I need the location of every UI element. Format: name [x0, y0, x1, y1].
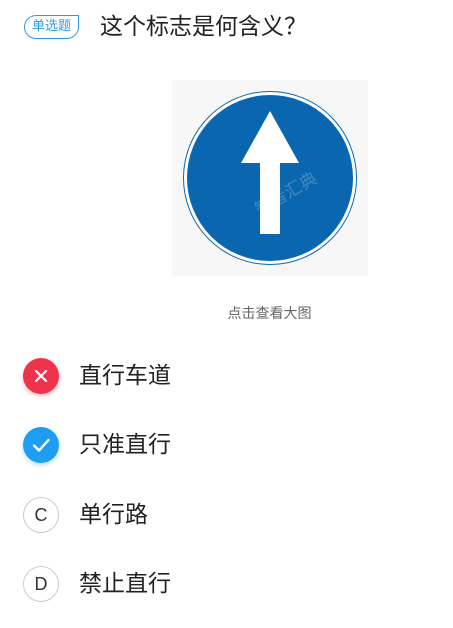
option-c-label: 单行路: [79, 502, 148, 528]
option-a[interactable]: 直行车道: [23, 358, 423, 396]
option-b-label: 只准直行: [79, 432, 171, 458]
option-c-marker: C: [23, 497, 59, 533]
option-a-marker: [23, 358, 59, 394]
option-b-marker: [23, 427, 59, 463]
option-c-letter: C: [34, 505, 48, 525]
option-a-label: 直行车道: [79, 363, 171, 389]
traffic-sign-image[interactable]: 智者汇典: [172, 80, 368, 276]
view-large-image-link[interactable]: 点击查看大图: [0, 304, 453, 324]
option-b[interactable]: 只准直行: [23, 427, 423, 465]
option-d-label: 禁止直行: [79, 571, 171, 597]
option-c[interactable]: C 单行路: [23, 497, 423, 535]
question-type-badge: 单选题: [24, 15, 80, 39]
question-header: 单选题 这个标志是何含义？: [24, 12, 444, 44]
question-text: 这个标志是何含义？: [100, 14, 307, 40]
option-d-marker: D: [23, 566, 59, 602]
check-icon: [32, 438, 50, 452]
close-icon: [34, 369, 48, 383]
option-d[interactable]: D 禁止直行: [23, 566, 423, 604]
option-d-letter: D: [34, 574, 48, 594]
